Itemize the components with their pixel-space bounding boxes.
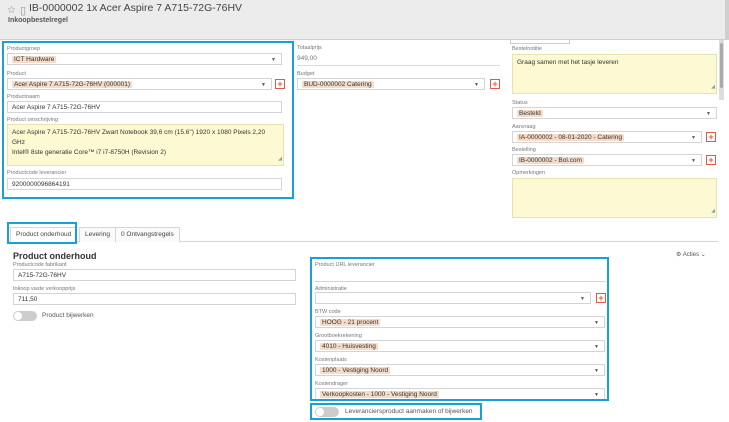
totaalprijs-value: 949,00 bbox=[297, 55, 317, 62]
toggle-knob bbox=[14, 312, 22, 320]
budget-label: Budget bbox=[297, 71, 315, 77]
aanvraag-select[interactable]: IA-0000002 - 08-01-2020 - Catering ▼ bbox=[512, 131, 702, 143]
product-bijwerken-label: Product bijwerken bbox=[42, 312, 94, 319]
acties-label: Acties bbox=[682, 252, 700, 258]
header-edge bbox=[725, 0, 729, 40]
aanvraag-value: IA-0000002 - 08-01-2020 - Catering bbox=[517, 134, 624, 141]
scrollbar-thumb[interactable] bbox=[720, 43, 723, 88]
status-value: Besteld bbox=[517, 110, 543, 117]
page-title: IB-0000002 1x Acer Aspire 7 A715-72G-76H… bbox=[29, 2, 243, 14]
inkoop-prijs-input[interactable]: 711,50 bbox=[13, 293, 296, 305]
status-label: Status bbox=[512, 100, 528, 106]
chevron-down-icon: ▼ bbox=[706, 111, 711, 117]
product-bijwerken-toggle[interactable] bbox=[13, 311, 37, 321]
budget-value: BUD-0000002 Catering bbox=[302, 81, 374, 88]
bestelling-value: IB-0000002 - Bol.com bbox=[517, 157, 584, 164]
gear-icon: ⚙ bbox=[676, 252, 682, 258]
aanvraag-label: Aanvraag bbox=[512, 124, 536, 130]
highlight-box-onderhoud bbox=[310, 257, 609, 401]
productcode-fabrikant-input[interactable]: A715-72G-76HV bbox=[13, 269, 296, 281]
page-subtitle: Inkoopbestelregel bbox=[8, 17, 68, 24]
totaalprijs-underline bbox=[297, 65, 500, 66]
add-bestelling-button[interactable]: + bbox=[706, 155, 716, 165]
bestelnotitie-label: Bestelnotitie bbox=[512, 46, 542, 52]
resize-handle-icon[interactable]: ◢ bbox=[711, 82, 715, 92]
chevron-down-icon: ▼ bbox=[691, 158, 696, 164]
resize-handle-icon[interactable]: ◢ bbox=[711, 206, 715, 216]
opmerkingen-textarea[interactable]: ◢ bbox=[512, 178, 717, 218]
highlight-box-tab bbox=[7, 222, 77, 244]
acties-button[interactable]: ⚙ Acties ⌄ bbox=[676, 251, 706, 258]
chevron-down-icon: ▼ bbox=[691, 135, 696, 141]
productcode-fabrikant-label: Productcode fabrikant bbox=[13, 262, 67, 268]
budget-select[interactable]: BUD-0000002 Catering ▼ bbox=[297, 78, 485, 90]
add-budget-button[interactable]: + bbox=[490, 79, 500, 89]
opmerkingen-label: Opmerkingen bbox=[512, 170, 546, 176]
star-icon[interactable]: ☆ bbox=[7, 5, 16, 16]
top-button-stub[interactable] bbox=[510, 40, 570, 44]
section-title: Product onderhoud bbox=[13, 251, 97, 261]
bestelnotitie-value: Graag samen met het tasje leveren bbox=[517, 59, 619, 66]
add-aanvraag-button[interactable]: + bbox=[706, 132, 716, 142]
chevron-down-icon: ⌄ bbox=[700, 252, 706, 258]
highlight-box-product bbox=[2, 41, 294, 199]
chevron-down-icon: ▼ bbox=[474, 82, 479, 88]
highlight-box-toggle bbox=[310, 403, 482, 420]
tab-ontvangstregels[interactable]: 0 Ontvangstregels bbox=[115, 227, 180, 242]
right-scrollbar[interactable] bbox=[719, 40, 724, 100]
bestelnotitie-textarea[interactable]: Graag samen met het tasje leveren ◢ bbox=[512, 54, 717, 94]
bestelling-label: Bestelling bbox=[512, 147, 536, 153]
status-select[interactable]: Besteld ▼ bbox=[512, 107, 717, 119]
page-header: ☆ ▯ IB-0000002 1x Acer Aspire 7 A715-72G… bbox=[0, 0, 729, 40]
totaalprijs-label: Totaalprijs bbox=[297, 45, 322, 51]
record-icon: ▯ bbox=[20, 5, 27, 17]
tab-levering[interactable]: Levering bbox=[79, 227, 116, 242]
bestelling-select[interactable]: IB-0000002 - Bol.com ▼ bbox=[512, 154, 702, 166]
inkoop-prijs-label: Inkoop vaste verkoopprijs bbox=[13, 286, 76, 292]
